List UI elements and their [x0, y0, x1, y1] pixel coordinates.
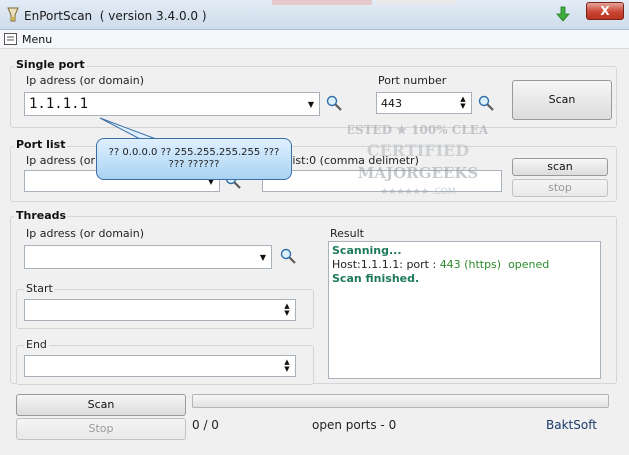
port-number-label: Port number: [378, 74, 447, 87]
result-label: Result: [330, 227, 364, 240]
background-tab-extract: [272, 0, 372, 5]
threads-ip-combo[interactable]: ▼: [24, 245, 272, 269]
majorgeeks-watermark: TESTED ★ 100% CLEAN CERTIFIED MAJORGEEKS…: [348, 123, 488, 197]
magnifier-icon[interactable]: [477, 94, 495, 112]
magnifier-icon[interactable]: [279, 247, 297, 265]
brand-text: BaktSoft: [546, 418, 597, 432]
result-line-finished: Scan finished.: [332, 272, 420, 285]
counter-text: 0 / 0: [192, 418, 219, 432]
single-port-ip-label: Ip adress (or domain): [26, 74, 144, 87]
single-port-title: Single port: [14, 58, 87, 71]
menu-icon: [4, 33, 17, 45]
single-port-scan-button[interactable]: Scan: [512, 80, 612, 120]
result-host-prefix: Host:1.1.1.1: port :: [332, 258, 440, 271]
close-button[interactable]: X: [586, 2, 624, 20]
result-status: opened: [508, 258, 550, 271]
title-bar: EnPortScan ( version 3.4.0.0 ) X: [0, 0, 629, 30]
spin-arrows-icon[interactable]: ▲ ▼: [279, 300, 295, 320]
background-tab-documents: [376, 0, 456, 5]
threads-title: Threads: [14, 209, 69, 222]
window-title: EnPortScan ( version 3.4.0.0 ): [24, 9, 207, 23]
dropdown-arrow-icon[interactable]: ▼: [255, 246, 271, 268]
watermark-line-2: CERTIFIED: [367, 141, 469, 160]
menu-bar: Menu: [0, 30, 629, 49]
down-arrow-icon[interactable]: [556, 6, 570, 22]
watermark-line-4: ★★★★★★ .COM: [380, 187, 455, 197]
result-box[interactable]: Scanning... Host:1.1.1.1: port : 443 (ht…: [328, 241, 601, 379]
port-list-stop-button[interactable]: stop: [512, 179, 608, 197]
port-number-value: 443: [381, 97, 402, 110]
magnifier-icon[interactable]: [325, 94, 343, 112]
end-label: End: [24, 338, 49, 351]
result-line-scanning: Scanning...: [332, 244, 402, 257]
open-ports-text: open ports - 0: [312, 418, 397, 432]
watermark-line-3: MAJORGEEKS: [358, 164, 478, 182]
result-line-host: Host:1.1.1.1: port : 443 (https) opened: [332, 258, 597, 272]
tooltip-line-2: ??? ??????: [168, 159, 220, 170]
start-spinner[interactable]: ▲ ▼: [24, 299, 296, 321]
dropdown-arrow-icon[interactable]: ▼: [303, 93, 319, 115]
watermark-line-1: TESTED ★ 100% CLEAN: [348, 123, 488, 137]
app-icon: [7, 7, 19, 22]
single-port-ip-value: 1.1.1.1: [29, 96, 89, 112]
bottom-stop-button[interactable]: Stop: [16, 418, 186, 440]
bottom-scan-button[interactable]: Scan: [16, 394, 186, 416]
result-port: 443 (https): [439, 258, 502, 271]
start-label: Start: [24, 282, 55, 295]
single-port-ip-combo[interactable]: 1.1.1.1 ▼: [24, 92, 320, 116]
spin-arrows-icon[interactable]: ▲ ▼: [279, 356, 295, 376]
threads-ip-label: Ip adress (or domain): [26, 227, 144, 240]
progress-bar: [192, 394, 609, 408]
port-list-scan-button[interactable]: scan: [512, 158, 608, 176]
spin-arrows-icon[interactable]: ▲ ▼: [455, 93, 471, 113]
ip-range-tooltip: ?? 0.0.0.0 ?? 255.255.255.255 ??? ??? ??…: [96, 138, 292, 180]
port-number-spinner[interactable]: 443 ▲ ▼: [376, 92, 472, 114]
tooltip-line-1: ?? 0.0.0.0 ?? 255.255.255.255 ???: [108, 147, 280, 158]
end-spinner[interactable]: ▲ ▼: [24, 355, 296, 377]
port-list-title: Port list: [14, 138, 68, 151]
menu-item-menu[interactable]: Menu: [22, 33, 52, 46]
app-window: EnPortScan ( version 3.4.0.0 ) X Menu Si…: [0, 0, 629, 455]
